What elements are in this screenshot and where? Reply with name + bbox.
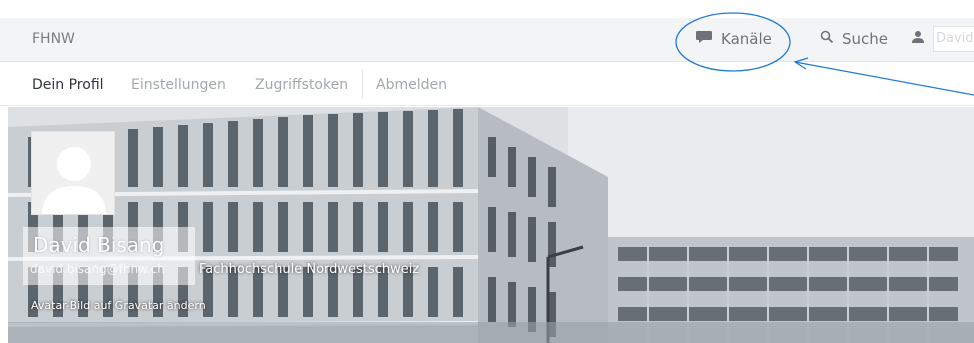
tab-abmelden[interactable]: Abmelden: [376, 77, 447, 93]
profile-organization: Fachhochschule Nordwestschweiz: [199, 262, 420, 277]
channels-link[interactable]: Kanäle: [695, 30, 772, 48]
subnav-divider: [362, 69, 363, 99]
avatar: [31, 131, 115, 215]
search-link[interactable]: Suche: [820, 30, 888, 48]
profile-email: david.bisang@fhnw.ch: [30, 262, 165, 276]
brand-link[interactable]: FHNW: [32, 31, 75, 47]
channels-label: Kanäle: [721, 30, 772, 48]
tab-zugriffstoken[interactable]: Zugriffstoken: [255, 77, 348, 93]
profile-banner: David Bisang david.bisang@fhnw.ch Fachho…: [8, 107, 974, 343]
user-menu-button[interactable]: David: [933, 26, 974, 52]
search-icon: [820, 30, 834, 48]
chat-bubble-icon: [695, 30, 713, 48]
tab-dein-profil[interactable]: Dein Profil: [32, 77, 104, 93]
user-icon-link[interactable]: [911, 30, 925, 48]
profile-subnav: Dein Profil Einstellungen Zugriffstoken …: [0, 63, 974, 106]
user-icon: [911, 30, 925, 48]
gravatar-change-link[interactable]: Avatar-Bild auf Gravatar ändern: [31, 299, 206, 312]
top-navbar: FHNW Kanäle Suche David: [0, 18, 974, 62]
profile-name: David Bisang: [33, 233, 165, 257]
search-label: Suche: [842, 30, 889, 48]
user-name: David: [936, 31, 974, 46]
tab-einstellungen[interactable]: Einstellungen: [131, 77, 226, 93]
